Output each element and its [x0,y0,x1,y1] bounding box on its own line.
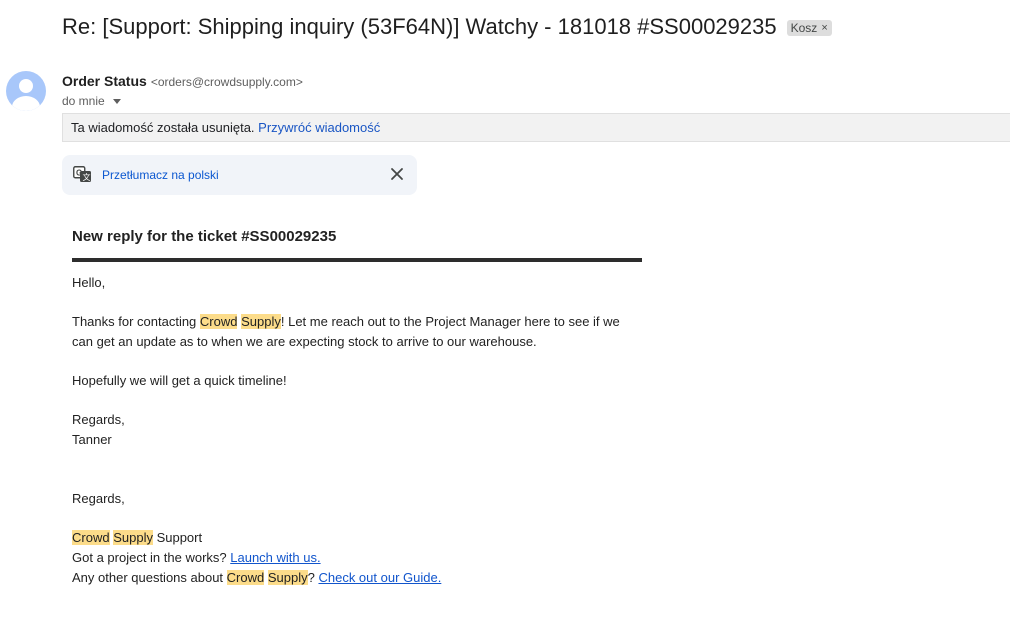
chevron-down-icon[interactable] [112,98,121,104]
body-paragraph-2: Hopefully we will get a quick timeline! [72,373,287,388]
greeting: Hello, [72,275,106,290]
restore-message-link[interactable]: Przywróć wiadomość [258,120,380,135]
highlight-supply: Supply [267,570,308,585]
recipient-label: do mnie [62,94,105,108]
sender-row: Order Status <orders@crowdsupply.com> [62,73,303,89]
remove-label-icon[interactable]: × [821,22,827,34]
body-paragraph-1: Thanks for contacting Crowd Supply! Let … [72,314,620,349]
translate-banner: G 文 Przetłumacz na polski [62,155,417,195]
launch-with-us-link[interactable]: Launch with us. [230,550,320,565]
close-icon[interactable] [388,165,406,183]
signature-project-line: Got a project in the works? Launch with … [72,550,321,565]
deleted-banner-text: Ta wiadomość została usunięta. [71,120,259,135]
sender-name[interactable]: Order Status [62,73,147,89]
message-deleted-banner: Ta wiadomość została usunięta. Przywróć … [62,113,1010,142]
ticket-title: New reply for the ticket #SS00029235 [72,228,337,245]
signer-name: Tanner [72,432,112,447]
signature-questions-line: Any other questions about Crowd Supply? … [72,570,442,585]
regards-line: Regards, [72,412,125,427]
trash-label-chip[interactable]: Kosz × [786,20,832,36]
svg-text:文: 文 [83,172,91,182]
email-subject-row: Re: [Support: Shipping inquiry (53F64N)]… [62,14,832,40]
avatar-head [19,79,33,93]
regards-line-2: Regards, [72,491,125,506]
email-subject: Re: [Support: Shipping inquiry (53F64N)]… [62,14,777,39]
highlight-supply: Supply [113,530,153,545]
recipient-details-toggle[interactable]: do mnie [62,94,121,108]
guide-link[interactable]: Check out our Guide. [318,570,441,585]
sender-avatar[interactable] [6,71,46,111]
highlight-crowd: Crowd [226,570,265,585]
highlight-supply: Supply [241,314,281,329]
translate-to-polish-link[interactable]: Przetłumacz na polski [102,168,219,182]
avatar-body [12,96,40,111]
highlight-crowd: Crowd [72,530,110,545]
signature-team: Crowd Supply Support [72,530,203,545]
translate-icon: G 文 [73,166,91,182]
label-chip-text: Kosz [790,21,818,35]
highlight-crowd: Crowd [199,314,238,329]
sender-email: <orders@crowdsupply.com> [150,75,303,89]
email-body: New reply for the ticket #SS00029235 Hel… [72,228,642,588]
